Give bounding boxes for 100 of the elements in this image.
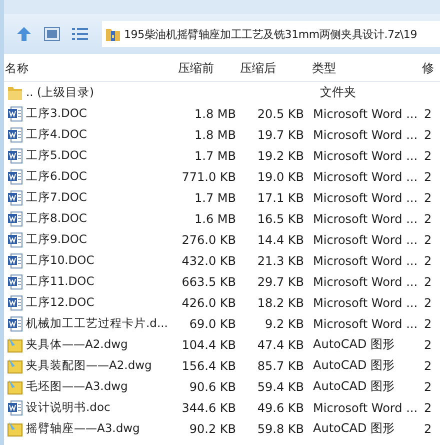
size-before: 1.7 MB: [194, 148, 236, 162]
document-icon: [7, 168, 23, 184]
file-name[interactable]: 工序3.DOC: [26, 106, 87, 121]
modified-date: 2: [423, 190, 433, 204]
drawing-file-icon: [7, 420, 23, 436]
modified-date: 2: [423, 296, 433, 310]
size-before: 1.8 MB: [194, 106, 236, 120]
size-before: 432.0 KB: [180, 254, 236, 268]
document-icon: [7, 126, 23, 142]
file-type: Microsoft Word ...: [312, 316, 419, 330]
drawing-file-icon: [7, 358, 23, 374]
file-name[interactable]: 摇臂轴座——A3.dwg: [26, 421, 140, 436]
size-after: 9.2 KB: [264, 316, 304, 330]
size-after: 21.3 KB: [256, 254, 304, 268]
size-before: 663.5 KB: [180, 274, 236, 288]
document-icon: [7, 294, 23, 310]
modified-date: 2: [423, 400, 433, 414]
size-before: 1.6 MB: [194, 212, 236, 226]
modified-date: 2: [423, 254, 433, 268]
size-before: 90.6 KB: [188, 380, 236, 394]
size-before: 276.0 KB: [180, 232, 236, 246]
file-name[interactable]: 夹具体——A2.dwg: [26, 337, 128, 352]
column-header[interactable]: 类型: [304, 60, 422, 77]
file-type: Microsoft Word ...: [312, 170, 419, 184]
file-type: Microsoft Word ...: [312, 212, 419, 226]
column-header[interactable]: 名称: [4, 61, 174, 76]
file-name[interactable]: 工序12.DOC: [26, 295, 94, 310]
modified-date: 2: [423, 422, 433, 436]
size-before: 156.4 KB: [180, 358, 236, 372]
file-name[interactable]: 工序7.DOC: [26, 190, 87, 205]
file-type: AutoCAD 图形: [312, 420, 396, 437]
size-after: 17.1 KB: [256, 190, 304, 204]
file-type: Microsoft Word ...: [312, 148, 419, 162]
file-type: Microsoft Word ...: [312, 190, 419, 204]
file-name[interactable]: 工序8.DOC: [26, 211, 87, 226]
address-bar[interactable]: 195柴油机摇臂轴座加工工艺及铣31mm两侧夹具设计.7z\19: [102, 21, 440, 47]
file-type: AutoCAD 图形: [312, 357, 396, 374]
size-before: 771.0 KB: [180, 170, 236, 184]
size-after: 47.4 KB: [256, 338, 304, 352]
file-type: Microsoft Word ...: [312, 106, 419, 120]
document-icon: [7, 190, 23, 206]
modified-date: 2: [423, 316, 433, 330]
column-header[interactable]: 修: [422, 60, 436, 77]
document-icon: [7, 210, 23, 226]
modified-date: 2: [423, 338, 433, 352]
file-name[interactable]: 设计说明书.doc: [26, 400, 110, 415]
file-type: 文件夹: [319, 84, 357, 101]
file-name[interactable]: 工序4.DOC: [26, 127, 87, 142]
size-after: 19.2 KB: [256, 148, 304, 162]
file-name[interactable]: 工序5.DOC: [26, 148, 87, 163]
file-name[interactable]: 夹具装配图——A2.dwg: [26, 358, 152, 373]
document-icon: [7, 400, 23, 416]
column-header[interactable]: 压缩前: [174, 60, 236, 77]
file-type: Microsoft Word ...: [312, 254, 419, 268]
folder-icon: [7, 84, 23, 100]
file-name[interactable]: 工序10.DOC: [26, 253, 94, 268]
file-name[interactable]: 机械加工工艺过程卡片.d...: [26, 316, 168, 331]
file-type: Microsoft Word ...: [312, 274, 419, 288]
modified-date: 2: [423, 232, 433, 246]
size-before: 426.0 KB: [180, 296, 236, 310]
size-after: 29.7 KB: [256, 274, 304, 288]
size-before: 104.4 KB: [180, 338, 236, 352]
size-before: 69.0 KB: [188, 316, 236, 330]
modified-date: 2: [423, 358, 433, 372]
size-after: 49.6 KB: [256, 400, 304, 414]
document-icon: [7, 232, 23, 248]
size-after: 59.4 KB: [256, 380, 304, 394]
file-name[interactable]: .. (上级目录): [26, 85, 94, 100]
file-name[interactable]: 毛坯图——A3.dwg: [26, 379, 128, 394]
size-before: 344.6 KB: [180, 400, 236, 414]
document-icon: [7, 252, 23, 268]
size-before: 1.8 MB: [194, 128, 236, 142]
document-icon: [7, 106, 23, 122]
size-after: 19.0 KB: [256, 170, 304, 184]
size-after: 19.7 KB: [256, 128, 304, 142]
modified-date: 2: [423, 128, 433, 142]
up-arrow-icon[interactable]: [16, 26, 32, 42]
modified-date: 2: [423, 170, 433, 184]
size-before: 1.7 MB: [194, 190, 236, 204]
file-name[interactable]: 工序11.DOC: [26, 274, 94, 289]
archive-icon: [105, 26, 121, 42]
modified-date: 2: [423, 148, 433, 162]
file-type: Microsoft Word ...: [312, 296, 419, 310]
modified-date: 2: [423, 380, 433, 394]
column-header[interactable]: 压缩后: [236, 60, 304, 77]
file-name[interactable]: 工序9.DOC: [26, 232, 87, 247]
file-type: Microsoft Word ...: [312, 400, 419, 414]
size-after: 59.8 KB: [256, 422, 304, 436]
list-view-icon[interactable]: [72, 27, 88, 41]
size-after: 18.2 KB: [256, 296, 304, 310]
document-icon: [7, 316, 23, 332]
size-after: 14.4 KB: [256, 232, 304, 246]
file-name[interactable]: 工序6.DOC: [26, 169, 87, 184]
drawing-file-icon: [7, 336, 23, 352]
file-type: AutoCAD 图形: [312, 336, 396, 353]
window-icon[interactable]: [44, 27, 60, 41]
file-type: Microsoft Word ...: [312, 232, 419, 246]
drawing-file-icon: [7, 378, 23, 394]
file-type: Microsoft Word ...: [312, 128, 419, 142]
file-type: AutoCAD 图形: [312, 378, 396, 395]
